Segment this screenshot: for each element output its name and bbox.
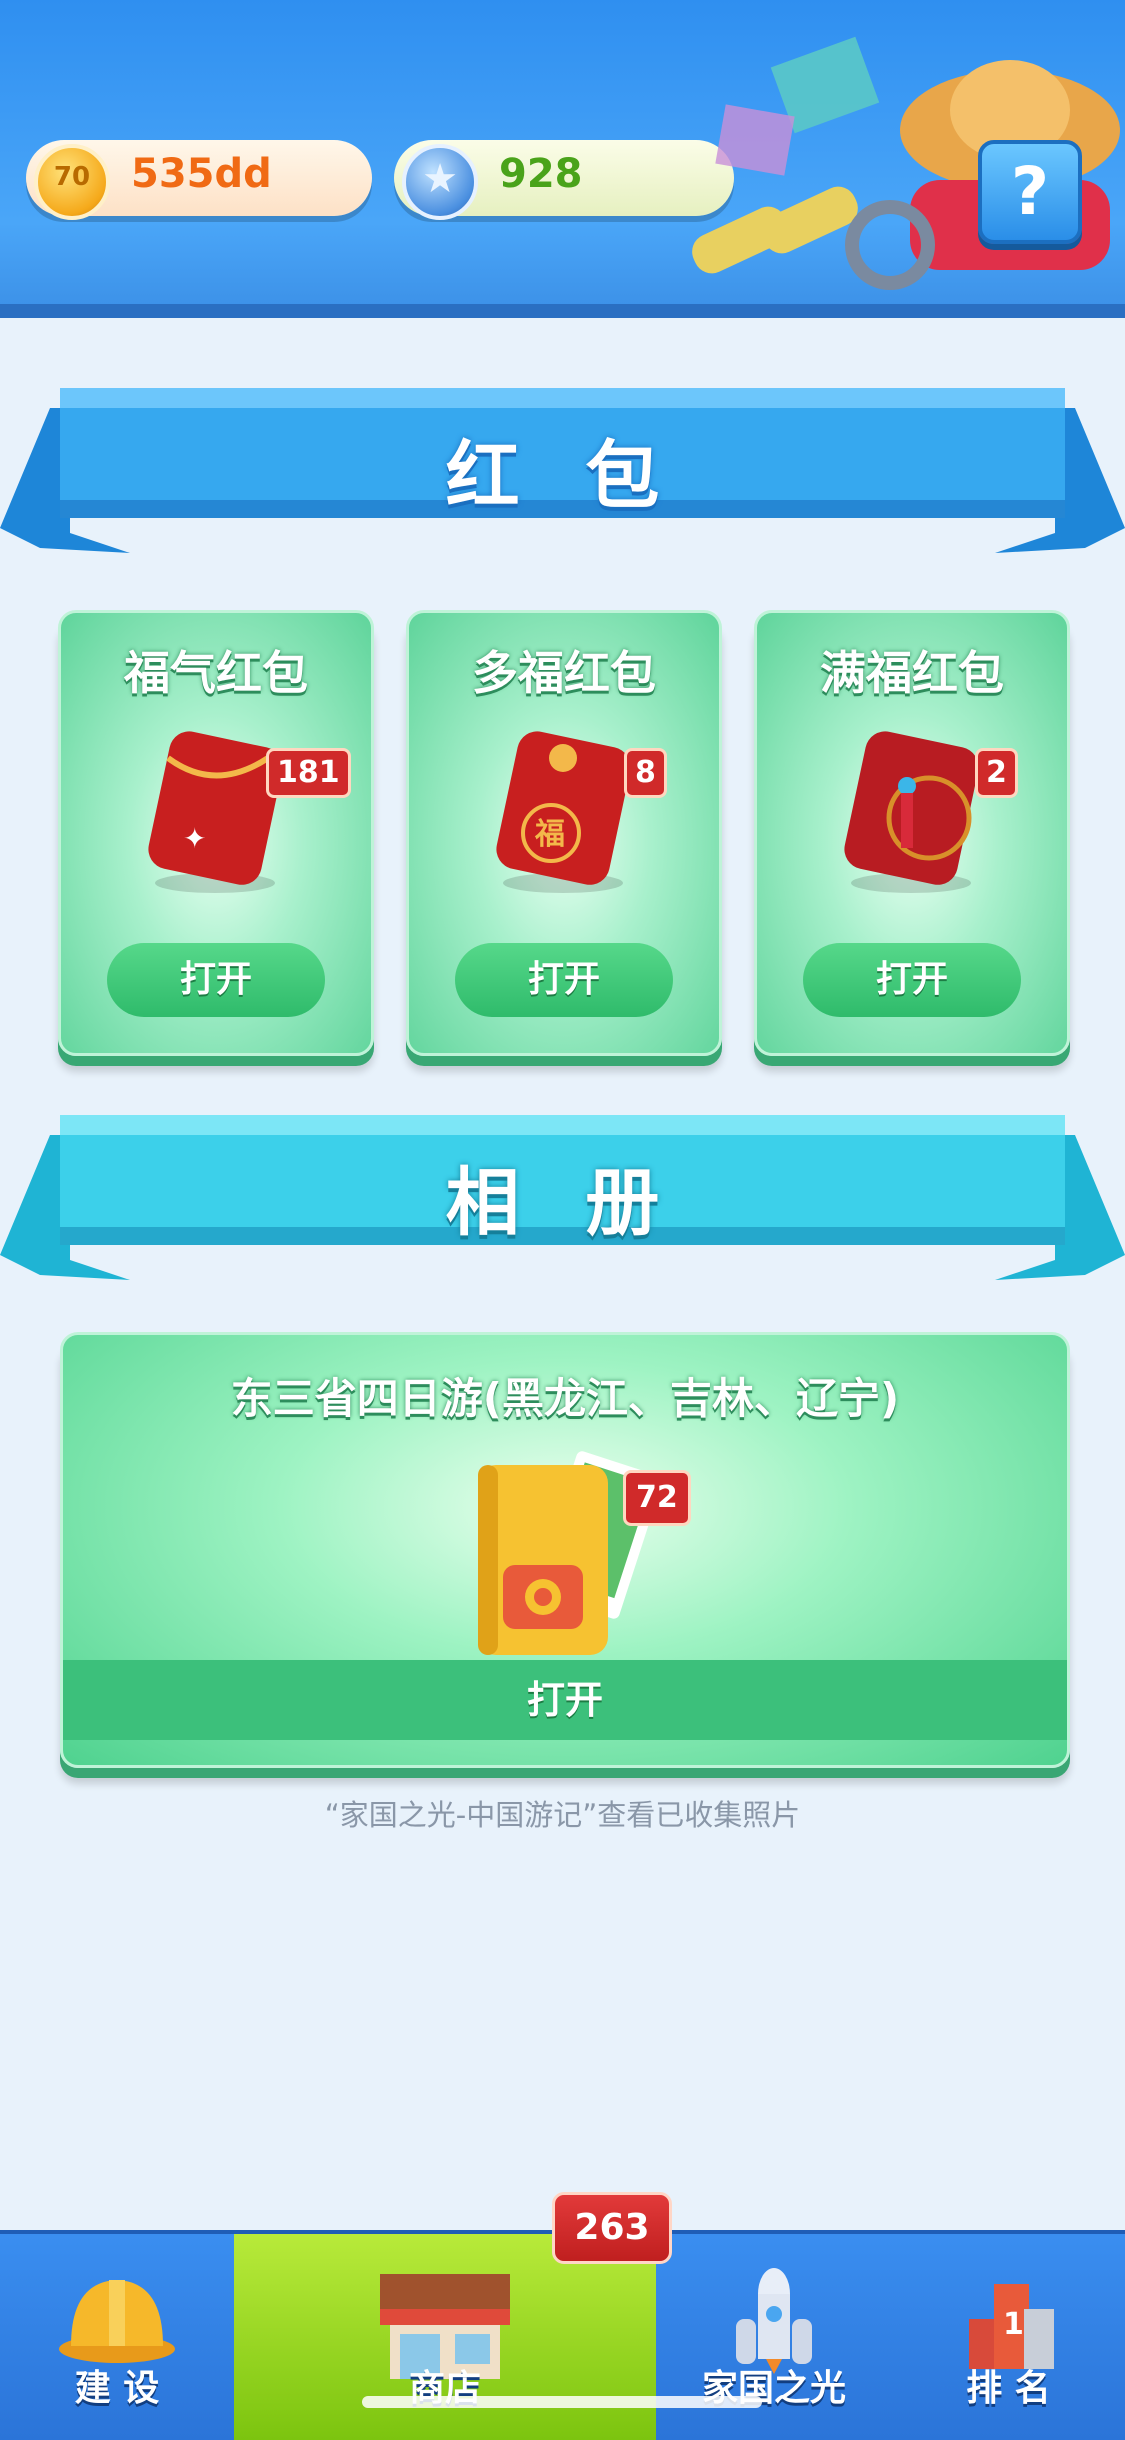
red-packet-name: 多福红包: [472, 646, 656, 700]
red-packet-count: 181: [266, 748, 351, 798]
open-button[interactable]: 打开: [107, 943, 325, 1017]
open-button[interactable]: 打开: [455, 943, 673, 1017]
nav-label: 排 名: [966, 2368, 1051, 2409]
album-card[interactable]: 东三省四日游(黑龙江、吉林、辽宁) 72 打开: [60, 1332, 1070, 1768]
album-name: 东三省四日游(黑龙江、吉林、辽宁): [230, 1374, 900, 1423]
shop-badge: 263: [552, 2192, 672, 2264]
svg-text:✦: ✦: [183, 822, 206, 855]
home-indicator[interactable]: [362, 2396, 762, 2408]
album-ribbon: 相 册: [0, 1115, 1125, 1290]
red-packet-ribbon: 红 包: [0, 388, 1125, 563]
coin-icon: 70: [34, 144, 110, 220]
red-packet-name: 满福红包: [820, 646, 1004, 700]
red-packet-count: 2: [975, 748, 1018, 798]
nav-ranking[interactable]: 1 排 名: [892, 2234, 1125, 2440]
nav-homeland[interactable]: 家国之光: [656, 2234, 892, 2440]
star-icon: ★: [402, 144, 478, 220]
red-packet-card-fuqi[interactable]: 福气红包 ✦ 181 打开: [58, 610, 374, 1056]
album-title: 相 册: [445, 1160, 680, 1246]
svg-text:1: 1: [1003, 2307, 1024, 2342]
helmet-icon: [59, 2280, 175, 2363]
nav-build[interactable]: 建 设: [0, 2234, 234, 2440]
red-packet-name: 福气红包: [124, 646, 308, 700]
red-packet-title: 红 包: [445, 433, 680, 519]
coin-value: 535dd: [131, 151, 272, 197]
help-button[interactable]: ?: [978, 140, 1082, 244]
top-bar: 70 535dd ★ 928 ?: [0, 0, 1125, 318]
nav-label: 建 设: [74, 2368, 160, 2409]
rocket-icon: [736, 2268, 812, 2374]
album-count: 72: [623, 1470, 691, 1526]
album-open-button[interactable]: 打开: [63, 1660, 1067, 1740]
svg-text:福: 福: [534, 817, 565, 852]
open-button[interactable]: 打开: [803, 943, 1021, 1017]
red-envelope-fu-icon: 福: [496, 731, 631, 893]
red-envelope-knot-icon: [844, 731, 979, 893]
red-packet-card-manfu[interactable]: 满福红包 2 打开: [754, 610, 1070, 1056]
coin-counter[interactable]: 70 535dd: [26, 140, 372, 220]
star-value: 928: [499, 151, 583, 197]
red-packet-card-duofu[interactable]: 多福红包 福 8 打开: [406, 610, 722, 1056]
red-packet-count: 8: [624, 748, 667, 798]
ranking-icon: 1: [968, 2284, 1054, 2369]
red-envelope-icon: ✦: [148, 731, 283, 893]
nav-shop[interactable]: 商店: [234, 2234, 656, 2440]
album-note[interactable]: “家国之光-中国游记”查看已收集照片: [0, 1792, 1125, 1834]
